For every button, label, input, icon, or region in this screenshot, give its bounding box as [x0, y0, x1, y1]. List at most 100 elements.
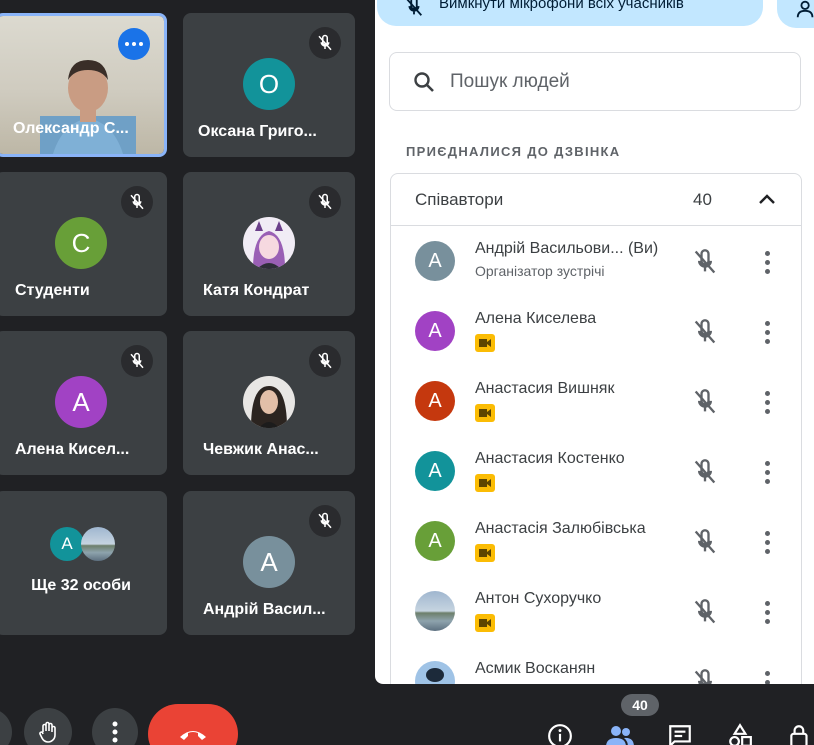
mic-off-icon[interactable]	[691, 388, 719, 416]
avatar: О	[243, 58, 295, 110]
mic-off-icon	[309, 505, 341, 537]
mini-avatar-photo	[81, 527, 115, 561]
participant-role: Організатор зустрічі	[475, 263, 605, 279]
tile-andrii[interactable]: А Андрій Васил...	[183, 491, 355, 635]
participant-name: Антон Сухоручко	[475, 590, 602, 607]
participant-avatar-photo	[415, 591, 455, 631]
participant-more-button[interactable]	[755, 598, 779, 626]
more-vert-icon	[112, 721, 118, 743]
search-people-field[interactable]	[389, 52, 801, 111]
camera-off-badge-icon	[475, 334, 495, 352]
info-icon	[548, 724, 572, 745]
chevron-up-icon[interactable]	[755, 188, 779, 212]
participant-row[interactable]: Антон Сухоручко	[391, 576, 803, 646]
mic-off-icon	[406, 0, 423, 16]
avatar: А	[243, 536, 295, 588]
mini-avatar: А	[50, 527, 84, 561]
mic-off-icon[interactable]	[691, 458, 719, 486]
hand-icon	[39, 721, 56, 743]
participant-avatar: А	[415, 241, 455, 281]
avatar	[243, 217, 295, 269]
group-title: Співавтори	[415, 189, 504, 209]
participant-name: Алена Киселева	[475, 310, 597, 327]
participant-name: Анастасія Залюбівська	[475, 520, 646, 537]
mic-off-icon	[121, 186, 153, 218]
search-input[interactable]	[450, 70, 770, 93]
tile-oleksandr[interactable]: Олександр С...	[0, 13, 167, 157]
meeting-details-button[interactable]	[540, 716, 580, 745]
camera-off-badge-icon	[475, 614, 495, 632]
more-people-label: Ще 32 особи	[31, 577, 131, 594]
mic-off-icon	[121, 345, 153, 377]
host-controls-button[interactable]	[780, 716, 814, 745]
camera-off-badge-icon	[475, 404, 495, 422]
mute-all-button[interactable]: Вимкнути мікрофони всіх учасників	[377, 0, 763, 26]
participant-row[interactable]: А Алена Киселева	[391, 296, 803, 366]
chat-icon	[669, 725, 691, 745]
participant-more-button[interactable]	[755, 388, 779, 416]
mute-all-label: Вимкнути мікрофони всіх учасників	[439, 0, 684, 12]
people-icon	[606, 726, 634, 745]
avatar: А	[55, 376, 107, 428]
phone-hangup-icon	[180, 731, 206, 740]
participant-avatar: А	[415, 381, 455, 421]
mic-off-icon[interactable]	[691, 668, 719, 684]
tile-name: Олександр С...	[13, 120, 129, 137]
search-icon	[414, 71, 434, 92]
participant-row[interactable]: А Анастасия Вишняк	[391, 366, 803, 436]
tile-name: Катя Кондрат	[203, 282, 310, 299]
participant-avatar-photo	[415, 661, 455, 684]
participant-avatar: А	[415, 521, 455, 561]
participant-avatar: А	[415, 311, 455, 351]
tile-options-button[interactable]	[118, 28, 150, 60]
mic-off-icon[interactable]	[691, 528, 719, 556]
tile-name: Оксана Григо...	[198, 123, 317, 140]
tile-alena[interactable]: А Алена Кисел...	[0, 331, 167, 475]
contributors-group: Співавтори 40 А Андрій Васильови... (Ви)…	[390, 173, 802, 684]
tile-oksana[interactable]: О Оксана Григо...	[183, 13, 355, 157]
participant-more-button[interactable]	[755, 248, 779, 276]
mic-off-icon[interactable]	[691, 598, 719, 626]
present-button[interactable]	[0, 708, 12, 745]
participant-name: Анастасия Костенко	[475, 450, 625, 467]
mic-off-icon[interactable]	[691, 318, 719, 346]
tile-name: Чевжик Анас...	[203, 441, 319, 458]
tile-chevzhyk[interactable]: Чевжик Анас...	[183, 331, 355, 475]
activities-icon	[729, 723, 752, 745]
group-header[interactable]: Співавтори 40	[391, 174, 801, 226]
group-count: 40	[693, 190, 712, 209]
participant-more-button[interactable]	[755, 668, 779, 684]
participant-more-button[interactable]	[755, 528, 779, 556]
mic-off-icon[interactable]	[691, 248, 719, 276]
chat-button[interactable]	[660, 716, 700, 745]
participant-name: Андрій Васильови... (Ви)	[475, 240, 659, 257]
participant-row[interactable]: А Анастасія Залюбівська	[391, 506, 803, 576]
add-people-button[interactable]	[777, 0, 814, 28]
lock-person-icon	[790, 725, 808, 745]
tile-name: Алена Кисел...	[15, 441, 130, 458]
participant-more-button[interactable]	[755, 318, 779, 346]
participant-avatar: А	[415, 451, 455, 491]
activities-button[interactable]	[720, 716, 760, 745]
people-panel: Вимкнути мікрофони всіх учасників ПРИЄДН…	[375, 0, 814, 684]
tile-name: Андрій Васил...	[203, 601, 326, 618]
more-options-button[interactable]	[92, 708, 138, 745]
camera-off-badge-icon	[475, 544, 495, 562]
avatar	[243, 376, 295, 428]
participant-row[interactable]: Асмик Восканян	[391, 646, 803, 684]
tile-more-people[interactable]: А Ще 32 особи	[0, 491, 167, 635]
participant-more-button[interactable]	[755, 458, 779, 486]
person-add-icon	[796, 0, 814, 18]
mic-off-icon	[309, 27, 341, 59]
end-call-button[interactable]	[148, 704, 238, 745]
participant-row[interactable]: А Анастасия Костенко	[391, 436, 803, 506]
tile-name: Студенти	[15, 282, 90, 299]
participant-row[interactable]: А Андрій Васильови... (Ви) Організатор з…	[391, 226, 803, 296]
people-button[interactable]	[600, 716, 640, 745]
section-label: ПРИЄДНАЛИСЯ ДО ДЗВІНКА	[406, 144, 621, 159]
participant-count-badge: 40	[621, 694, 659, 716]
tile-studenty[interactable]: С Студенти	[0, 172, 167, 316]
tile-katya[interactable]: Катя Кондрат	[183, 172, 355, 316]
participant-name: Асмик Восканян	[475, 660, 596, 677]
raise-hand-button[interactable]	[24, 708, 72, 745]
